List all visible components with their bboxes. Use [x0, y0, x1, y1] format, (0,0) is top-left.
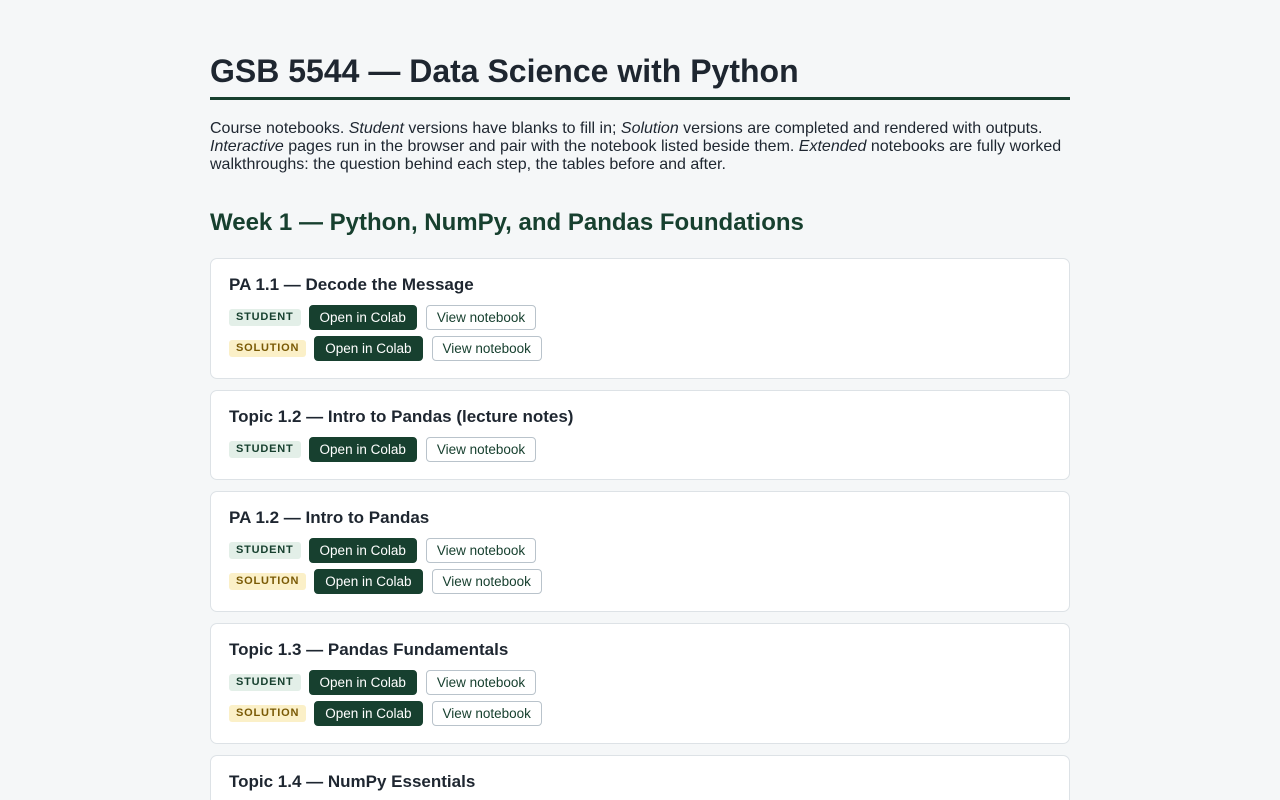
- view-notebook-button[interactable]: View notebook: [431, 569, 542, 594]
- notebook-card: PA 1.1 — Decode the Message STUDENT Open…: [210, 258, 1070, 379]
- notebook-card: Topic 1.4 — NumPy Essentials: [210, 755, 1070, 800]
- view-notebook-button[interactable]: View notebook: [425, 305, 537, 330]
- card-title: PA 1.1 — Decode the Message: [229, 275, 474, 294]
- open-in-colab-button[interactable]: Open in Colab: [308, 538, 417, 563]
- student-badge: STUDENT: [229, 542, 301, 559]
- notebook-card: PA 1.2 — Intro to Pandas STUDENT Open in…: [210, 491, 1070, 612]
- notebook-card: Topic 1.2 — Intro to Pandas (lecture not…: [210, 390, 1070, 480]
- intro-paragraph: Course notebooks. Student versions have …: [210, 120, 1070, 174]
- intro-text: Course notebooks.: [210, 120, 349, 137]
- open-in-colab-button[interactable]: Open in Colab: [308, 437, 417, 462]
- card-title: Topic 1.2 — Intro to Pandas (lecture not…: [229, 407, 574, 426]
- week-1-heading: Week 1 — Python, NumPy, and Pandas Found…: [210, 209, 804, 236]
- view-notebook-button[interactable]: View notebook: [431, 701, 542, 726]
- student-badge: STUDENT: [229, 309, 301, 326]
- student-row: STUDENT Open in Colab View notebook: [229, 437, 1051, 462]
- solution-badge: SOLUTION: [229, 705, 307, 722]
- intro-interactive-term: Interactive: [210, 138, 284, 155]
- intro-student-term: Student: [348, 120, 404, 137]
- view-notebook-button[interactable]: View notebook: [425, 437, 537, 462]
- solution-row: SOLUTION Open in Colab View notebook: [229, 701, 1051, 726]
- open-in-colab-button[interactable]: Open in Colab: [314, 569, 423, 594]
- open-in-colab-button[interactable]: Open in Colab: [314, 336, 423, 361]
- solution-badge: SOLUTION: [229, 340, 307, 357]
- intro-extended-term: Extended: [798, 138, 867, 155]
- notebook-card: Topic 1.3 — Pandas Fundamentals STUDENT …: [210, 623, 1070, 744]
- intro-text: pages run in the browser and pair with t…: [283, 138, 799, 155]
- student-badge: STUDENT: [229, 674, 301, 691]
- intro-text: versions have blanks to fill in;: [403, 120, 621, 137]
- card-title: Topic 1.4 — NumPy Essentials: [229, 772, 476, 791]
- open-in-colab-button[interactable]: Open in Colab: [308, 305, 417, 330]
- card-title: Topic 1.3 — Pandas Fundamentals: [229, 640, 509, 659]
- student-row: STUDENT Open in Colab View notebook: [229, 305, 1051, 330]
- view-notebook-button[interactable]: View notebook: [431, 336, 542, 361]
- student-row: STUDENT Open in Colab View notebook: [229, 538, 1051, 563]
- open-in-colab-button[interactable]: Open in Colab: [308, 670, 417, 695]
- solution-badge: SOLUTION: [229, 573, 307, 590]
- view-notebook-button[interactable]: View notebook: [425, 538, 537, 563]
- intro-text: versions are completed and rendered with…: [678, 120, 1043, 137]
- view-notebook-button[interactable]: View notebook: [425, 670, 537, 695]
- page-title: GSB 5544 — Data Science with Python: [210, 52, 1070, 100]
- solution-row: SOLUTION Open in Colab View notebook: [229, 336, 1051, 361]
- card-title: PA 1.2 — Intro to Pandas: [229, 508, 430, 527]
- intro-solution-term: Solution: [620, 120, 679, 137]
- student-badge: STUDENT: [229, 441, 301, 458]
- solution-row: SOLUTION Open in Colab View notebook: [229, 569, 1051, 594]
- open-in-colab-button[interactable]: Open in Colab: [314, 701, 423, 726]
- main-content: GSB 5544 — Data Science with Python Cour…: [210, 0, 1070, 800]
- student-row: STUDENT Open in Colab View notebook: [229, 670, 1051, 695]
